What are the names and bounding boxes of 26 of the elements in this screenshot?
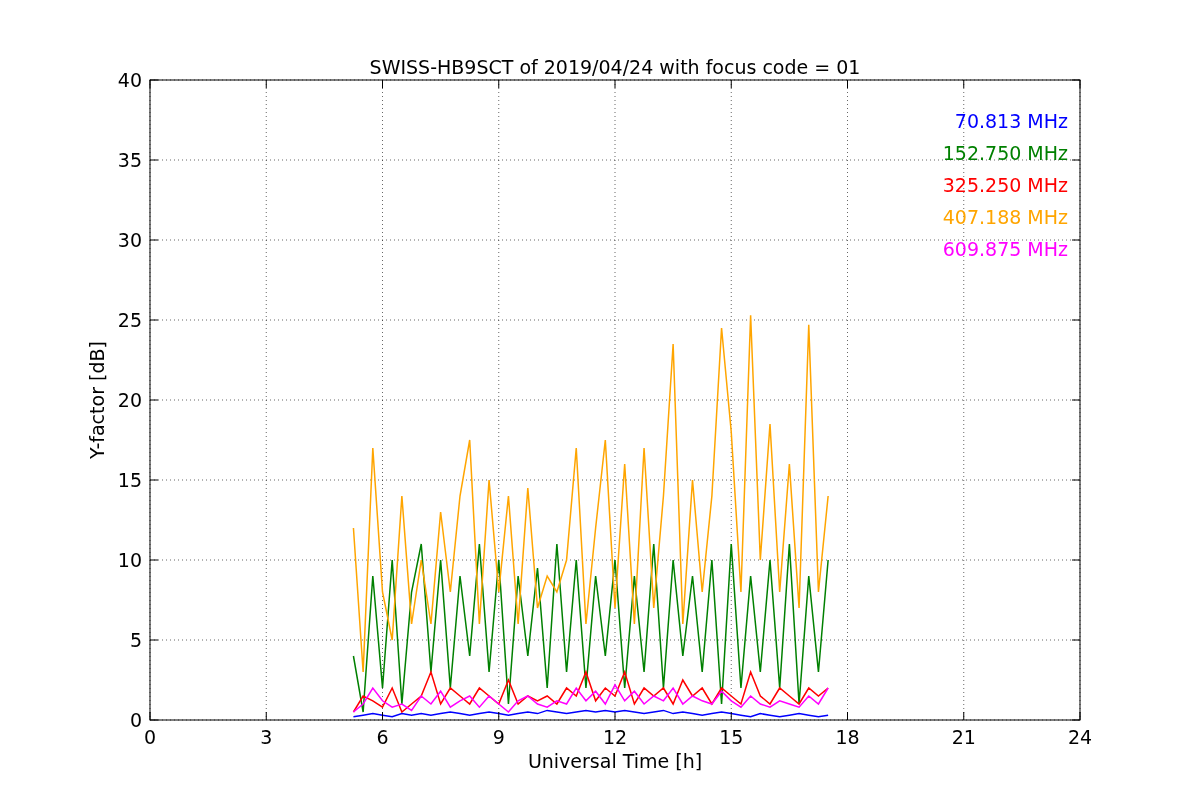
chart-title: SWISS-HB9SCT of 2019/04/24 with focus code = 01: [369, 56, 861, 78]
y-tick-label: 35: [117, 149, 142, 171]
x-tick-label: 3: [260, 726, 273, 748]
y-tick-label: 15: [117, 469, 142, 491]
x-tick-label: 24: [1067, 726, 1093, 748]
x-tick-label: 12: [602, 726, 628, 748]
legend-label: 325.250 MHz: [942, 174, 1068, 196]
legend-label: 152.750 MHz: [942, 142, 1068, 164]
x-tick-label: 18: [835, 726, 860, 748]
x-tick-label: 0: [143, 726, 157, 748]
y-tick-label: 20: [117, 389, 142, 411]
y-tick-label: 25: [117, 309, 142, 331]
x-tick-label: 6: [376, 726, 389, 748]
y-axis-label: Y-factor [dB]: [86, 341, 108, 459]
x-axis-label: Universal Time [h]: [527, 750, 703, 772]
x-tick-label: 15: [719, 726, 744, 748]
y-tick-label: 30: [117, 229, 142, 251]
y-tick-label: 5: [129, 629, 142, 651]
legend-label: 407.188 MHz: [942, 206, 1068, 228]
legend-label: 70.813 MHz: [954, 110, 1068, 132]
y-tick-label: 40: [117, 69, 142, 91]
x-tick-label: 21: [951, 726, 976, 748]
y-tick-label: 0: [129, 709, 142, 731]
legend-label: 609.875 MHz: [942, 238, 1068, 260]
y-tick-label: 10: [117, 549, 142, 571]
x-tick-label: 9: [492, 726, 505, 748]
